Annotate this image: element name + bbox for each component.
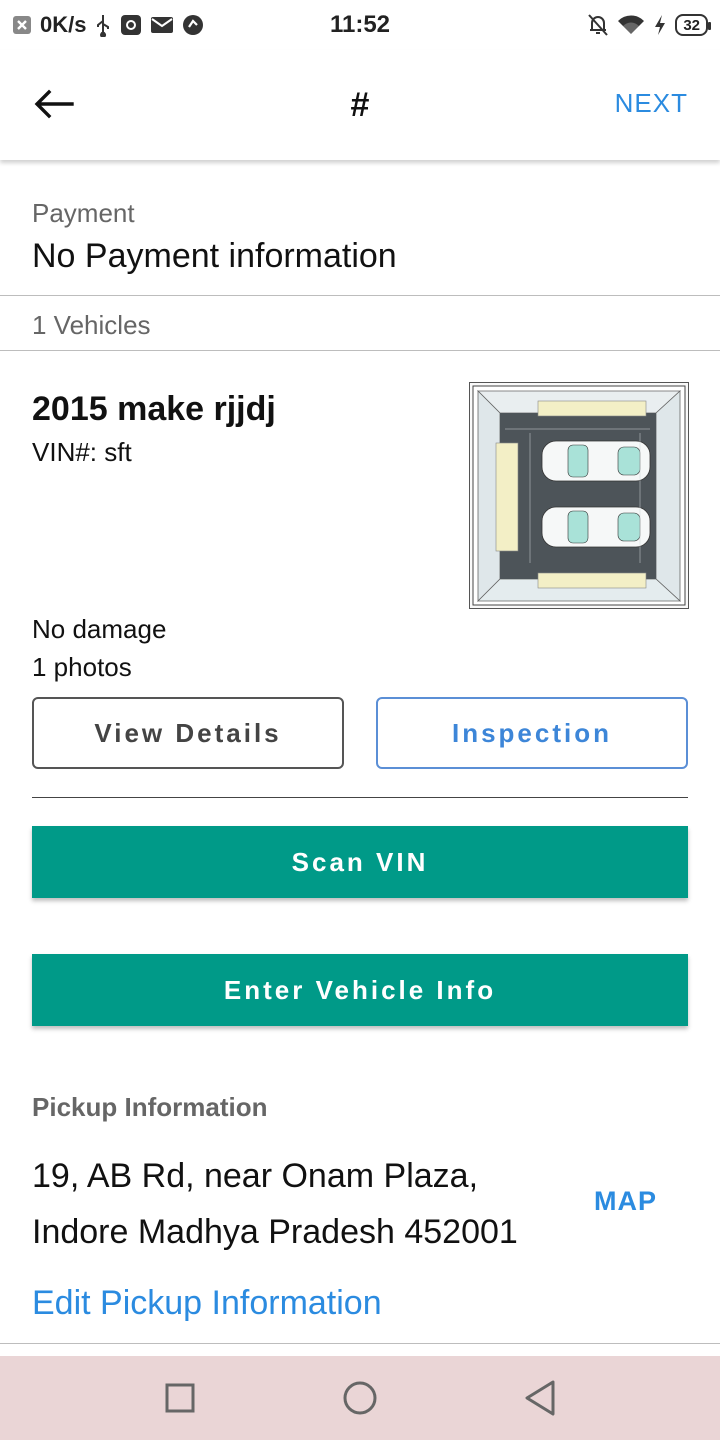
card-divider bbox=[32, 797, 688, 798]
vehicle-name: 2015 make rjjdj bbox=[32, 390, 276, 428]
recents-square-icon bbox=[165, 1383, 195, 1413]
payment-section: Payment No Payment information bbox=[0, 160, 720, 296]
payment-label: Payment bbox=[32, 198, 135, 228]
blocked-icon bbox=[12, 13, 32, 37]
back-triangle-icon bbox=[525, 1380, 555, 1416]
status-bar: 0K/s 11:52 32 bbox=[0, 0, 720, 50]
app-bar: # NEXT bbox=[0, 50, 720, 160]
wifi-icon bbox=[617, 14, 645, 36]
page-title: # bbox=[350, 85, 370, 124]
scan-vin-button[interactable]: Scan VIN bbox=[32, 826, 688, 898]
status-left: 0K/s bbox=[12, 12, 204, 38]
back-arrow-icon bbox=[34, 89, 74, 119]
vehicle-vin: VIN#: sft bbox=[32, 437, 132, 467]
vehicle-photo-count: 1 photos bbox=[32, 652, 132, 682]
edit-pickup-link[interactable]: Edit Pickup Information bbox=[32, 1284, 382, 1323]
inspection-button[interactable]: Inspection bbox=[376, 697, 688, 769]
pickup-label: Pickup Information bbox=[32, 1092, 268, 1122]
pickup-address-line2: Indore Madhya Pradesh 452001 bbox=[32, 1213, 518, 1251]
vehicles-count: 1 Vehicles bbox=[0, 296, 720, 351]
status-right: 32 bbox=[587, 13, 711, 37]
payment-value: No Payment information bbox=[32, 237, 397, 275]
nav-back-button[interactable] bbox=[510, 1368, 570, 1428]
mail-icon bbox=[150, 15, 174, 35]
bottom-divider bbox=[0, 1343, 720, 1344]
vehicle-photo-thumbnail[interactable] bbox=[469, 382, 689, 609]
vehicle-damage-status: No damage bbox=[32, 614, 167, 644]
system-nav-bar bbox=[0, 1356, 720, 1440]
map-link[interactable]: MAP bbox=[594, 1186, 657, 1217]
home-button[interactable] bbox=[330, 1368, 390, 1428]
pickup-address: 19, AB Rd, near Onam Plaza, Indore Madhy… bbox=[32, 1148, 518, 1260]
battery-level: 32 bbox=[683, 16, 700, 34]
garage-floorplan-image bbox=[472, 385, 686, 606]
back-button[interactable] bbox=[32, 86, 76, 122]
home-circle-icon bbox=[343, 1381, 377, 1415]
net-speed: 0K/s bbox=[40, 12, 87, 37]
sync-icon bbox=[182, 14, 204, 36]
view-details-button[interactable]: View Details bbox=[32, 697, 344, 769]
next-button[interactable]: NEXT bbox=[615, 88, 688, 119]
storage-icon bbox=[120, 13, 142, 37]
bell-off-icon bbox=[587, 13, 609, 37]
enter-vehicle-info-button[interactable]: Enter Vehicle Info bbox=[32, 954, 688, 1026]
charging-icon bbox=[653, 14, 667, 36]
recents-button[interactable] bbox=[150, 1368, 210, 1428]
pickup-address-line1: 19, AB Rd, near Onam Plaza, bbox=[32, 1157, 479, 1195]
usb-icon bbox=[94, 13, 112, 37]
battery-icon: 32 bbox=[675, 14, 711, 36]
